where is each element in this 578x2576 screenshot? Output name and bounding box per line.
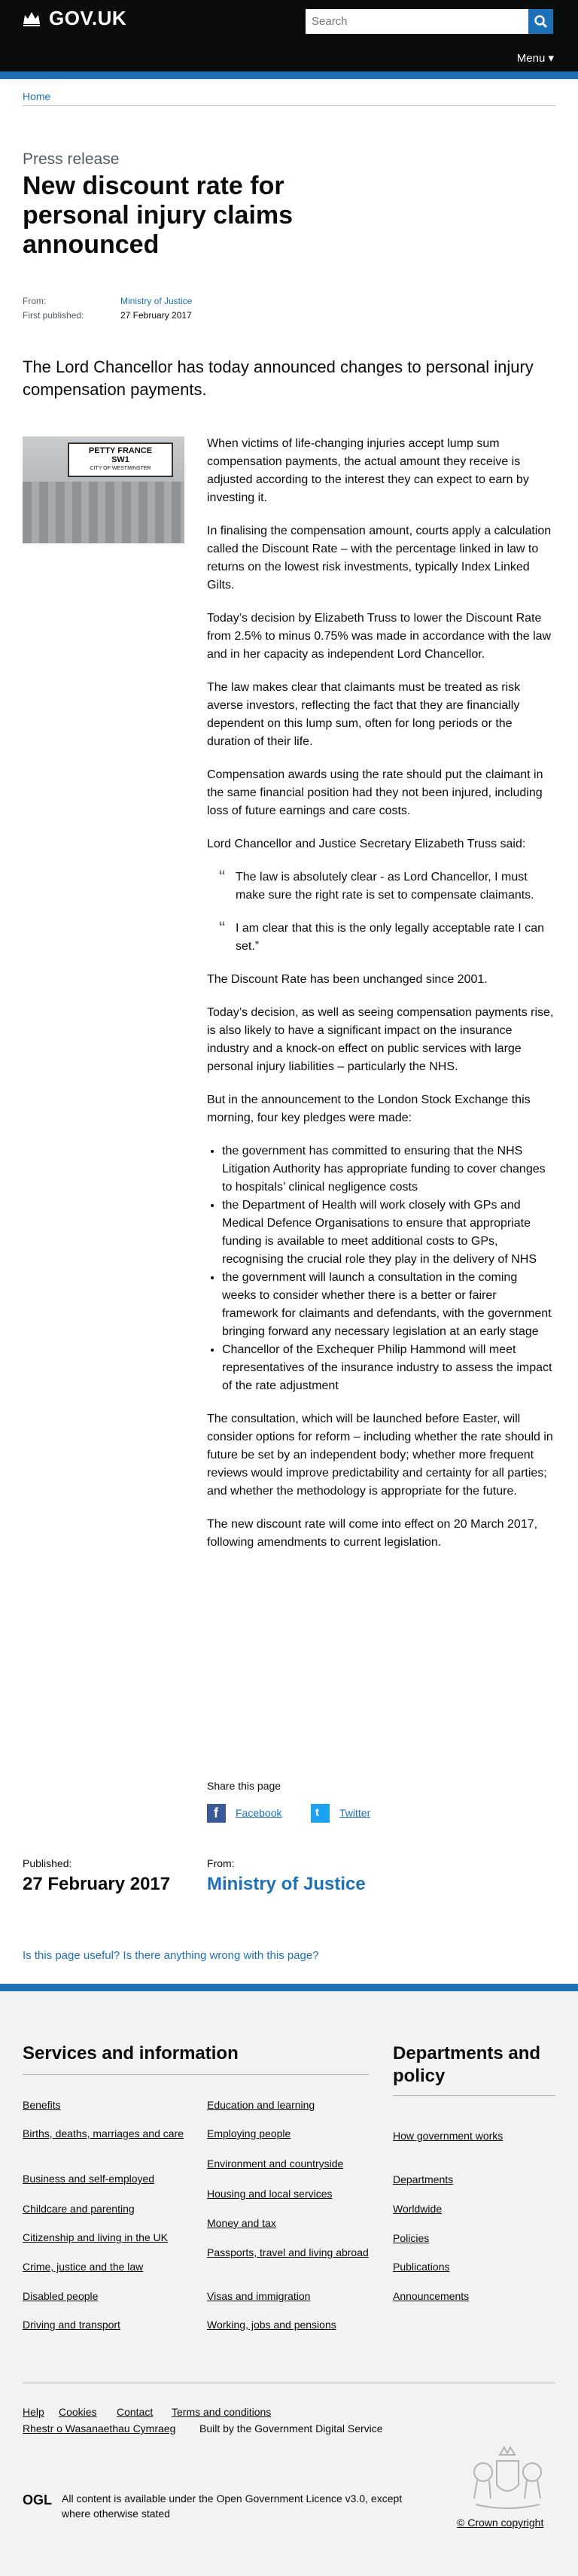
list-item: the government has committed to ensuring…: [222, 1142, 555, 1197]
search-button[interactable]: [528, 9, 553, 34]
licence-text: All content is available under the Open …: [62, 2492, 403, 2520]
footer-link-employing[interactable]: Employing people: [207, 2127, 373, 2140]
licence-link[interactable]: Open Government Licence v3.0: [216, 2492, 365, 2505]
footer-link-departments[interactable]: Departments: [393, 2173, 543, 2186]
from-block: From: Ministry of Justice: [207, 1857, 366, 1895]
footer-link-cookies[interactable]: Cookies: [59, 2405, 97, 2419]
footer-link-births[interactable]: Births, deaths, marriages and care: [23, 2127, 188, 2140]
footer-link-terms[interactable]: Terms and conditions: [172, 2405, 271, 2419]
article-summary: The Lord Chancellor has today announced …: [23, 357, 534, 399]
site-header: GOV.UK Menu ▾: [0, 0, 578, 71]
body-paragraph: Compensation awards using the rate shoul…: [207, 768, 543, 817]
sign-text: PETTY FRANCE SW1 CITY OF WESTMINSTER: [68, 443, 173, 477]
chevron-down-icon: ▾: [548, 52, 554, 65]
crown-copyright-link[interactable]: © Crown copyright: [457, 2517, 543, 2529]
body-paragraph: Lord Chancellor and Justice Secretary El…: [207, 838, 526, 850]
document-type: Press release: [23, 151, 120, 168]
body-paragraph: Today’s decision, as well as seeing comp…: [207, 1006, 554, 1073]
footer-link-how-government-works[interactable]: How government works: [393, 2129, 506, 2143]
body-paragraph: But in the announcement to the London St…: [207, 1093, 531, 1124]
built-by-text: Built by the Government Digital Service: [199, 2422, 383, 2435]
footer-link-housing[interactable]: Housing and local services: [207, 2187, 373, 2200]
quote: The law is absolutely clear - as Lord Ch…: [219, 868, 555, 905]
departments-heading: Departments and policy: [393, 2043, 541, 2086]
facebook-icon: f: [207, 1804, 226, 1823]
list-item: Chancellor of the Exchequer Philip Hammo…: [222, 1341, 555, 1395]
footer-link-worldwide[interactable]: Worldwide: [393, 2202, 543, 2216]
list-item: the Department of Health will work close…: [222, 1197, 555, 1269]
breadcrumb-home[interactable]: Home: [23, 90, 50, 102]
body-paragraph: The law makes clear that claimants must …: [207, 681, 521, 748]
footer-link-crime[interactable]: Crime, justice and the law: [23, 2260, 188, 2273]
body-paragraph: The Discount Rate has been unchanged sin…: [207, 973, 488, 986]
footer-link-working[interactable]: Working, jobs and pensions: [207, 2318, 373, 2331]
footer-link-visas[interactable]: Visas and immigration: [207, 2289, 373, 2303]
departments-divider: [393, 2095, 555, 2096]
twitter-icon: t: [311, 1804, 330, 1823]
quote: I am clear that this is the only legally…: [219, 920, 555, 956]
body-paragraph: The consultation, which will be launched…: [207, 1413, 553, 1498]
body-paragraph: In finalising the compensation amount, c…: [207, 525, 552, 592]
footer-link-business[interactable]: Business and self-employed: [23, 2172, 188, 2185]
footer-link-driving[interactable]: Driving and transport: [23, 2318, 188, 2331]
footer-link-publications[interactable]: Publications: [393, 2260, 543, 2273]
footer-link-benefits[interactable]: Benefits: [23, 2098, 188, 2112]
share-title: Share this page: [207, 1780, 281, 1792]
share-section: Share this page f Facebook t Twitter: [207, 1780, 553, 1823]
footer-link-help[interactable]: Help: [23, 2405, 44, 2419]
from-footer-label: From:: [207, 1857, 235, 1869]
footer-link-education[interactable]: Education and learning: [207, 2098, 373, 2112]
footer-link-contact[interactable]: Contact: [117, 2405, 153, 2419]
footer-link-money[interactable]: Money and tax: [207, 2216, 373, 2230]
from-organisation-link[interactable]: Ministry of Justice: [120, 296, 192, 306]
header-blue-bar: [0, 71, 578, 79]
twitter-label: Twitter: [339, 1807, 371, 1819]
page-title: New discount rate for personal injury cl…: [23, 172, 294, 259]
first-published-date: 27 February 2017: [120, 310, 192, 321]
pledges-list: the government has committed to ensuring…: [222, 1142, 555, 1395]
facebook-label: Facebook: [236, 1807, 282, 1819]
feedback-link[interactable]: Is this page useful? Is there anything w…: [23, 1949, 319, 1962]
footer-link-policies[interactable]: Policies: [393, 2231, 543, 2245]
govuk-logo[interactable]: GOV.UK: [49, 7, 126, 30]
services-divider: [23, 2074, 369, 2075]
footer-link-disabled[interactable]: Disabled people: [23, 2289, 188, 2303]
search-input[interactable]: [306, 9, 528, 34]
ogl-logo: OGL: [23, 2492, 52, 2508]
crown-icon: [23, 12, 40, 26]
body-paragraph: Today’s decision by Elizabeth Truss to l…: [207, 612, 552, 661]
breadcrumb-divider: [23, 105, 555, 106]
footer-link-welsh[interactable]: Rhestr o Wasanaethau Cymraeg: [23, 2422, 175, 2435]
street-sign-image: PETTY FRANCE SW1 CITY OF WESTMINSTER: [23, 436, 184, 543]
footer-link-childcare[interactable]: Childcare and parenting: [23, 2202, 188, 2216]
footer-link-announcements[interactable]: Announcements: [393, 2289, 543, 2303]
menu-button[interactable]: Menu ▾: [517, 51, 554, 65]
list-item: the government will launch a consultatio…: [222, 1269, 555, 1341]
footer-link-citizenship[interactable]: Citizenship and living in the UK: [23, 2231, 188, 2244]
search-icon: [534, 15, 548, 29]
footer-link-passports[interactable]: Passports, travel and living abroad: [207, 2246, 373, 2259]
from-organisation-footer-link[interactable]: Ministry of Justice: [207, 1874, 366, 1895]
footer-link-environment[interactable]: Environment and countryside: [207, 2157, 373, 2170]
menu-label: Menu: [516, 52, 546, 65]
footer-top-border: [0, 1984, 578, 1991]
from-label: From:: [23, 296, 47, 306]
body-paragraph: The new discount rate will come into eff…: [207, 1518, 538, 1549]
royal-coat-of-arms-icon: [473, 2445, 542, 2509]
body-paragraph: When victims of life-changing injuries a…: [207, 437, 529, 504]
services-heading: Services and information: [23, 2043, 239, 2064]
first-published-label: First published:: [23, 310, 84, 321]
article-body: When victims of life-changing injuries a…: [207, 435, 555, 1567]
